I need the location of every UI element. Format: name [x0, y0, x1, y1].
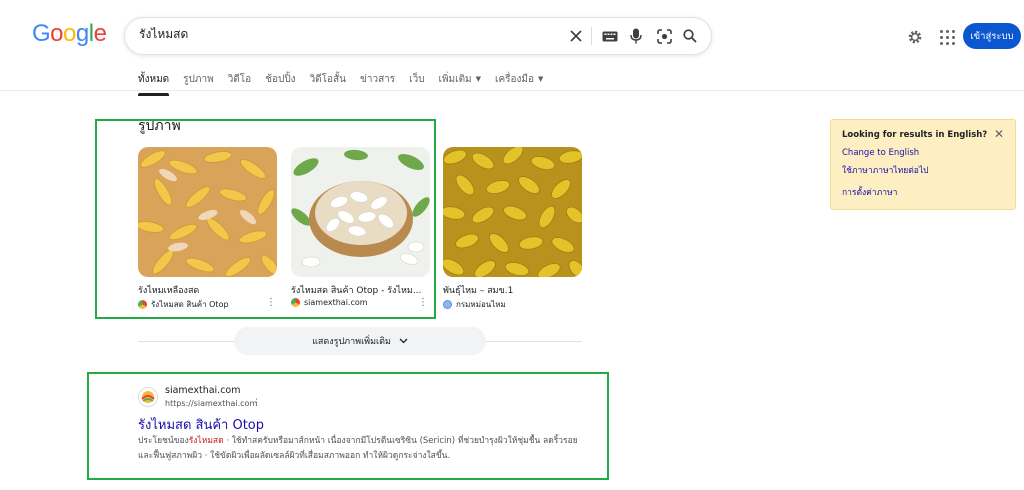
yellow-cocoons-photo — [443, 147, 582, 277]
search-icon[interactable] — [679, 25, 701, 47]
tab-tools[interactable]: เครื่องมือ ▼ — [488, 68, 550, 90]
apps-icon[interactable] — [936, 26, 958, 48]
google-logo[interactable]: Google — [32, 20, 107, 48]
close-icon[interactable]: ✕ — [994, 127, 1004, 141]
language-suggestion-panel: Looking for results in English? ✕ Change… — [830, 119, 1016, 210]
highlight-box-images — [95, 119, 436, 319]
result-snippet: ประโยชน์ของรังไหมสด · ใช้ทำสครับหรือมาส์… — [138, 434, 578, 464]
search-input[interactable] — [139, 27, 519, 41]
tab-label: วิดีโอสั้น — [309, 73, 346, 85]
result-title-link[interactable]: รังไหมสด สินค้า Otop — [138, 414, 264, 435]
tab-label: ข่าวสาร — [360, 73, 396, 85]
mic-icon[interactable] — [625, 25, 647, 47]
logo-letter: g — [75, 20, 89, 47]
change-to-english-link[interactable]: Change to English — [842, 148, 919, 158]
gear-icon[interactable] — [904, 26, 926, 48]
tab-label: เพิ่มเติม — [438, 73, 472, 85]
image-thumbnail-3[interactable] — [443, 147, 582, 277]
search-tabs: ทั้งหมด รูปภาพ วิดีโอ ช้อปปิ้ง วิดีโอสั้… — [138, 68, 550, 96]
tab-label: รูปภาพ — [183, 73, 214, 85]
tab-short-videos[interactable]: วิดีโอสั้น — [303, 68, 353, 90]
result-site-name[interactable]: siamexthai.com — [165, 385, 240, 396]
chevron-down-icon: ▼ — [538, 75, 544, 83]
header-divider — [0, 90, 1024, 91]
image-caption-3[interactable]: พันธุ์ไหม – สมข.1 — [443, 283, 577, 297]
tab-label: วิดีโอ — [227, 73, 252, 85]
language-settings-link[interactable]: การตั้งค่าภาษา — [842, 185, 897, 199]
image-source-label: กรมหม่อนไหม — [456, 300, 506, 309]
show-more-images-button[interactable]: แสดงรูปภาพเพิ่มเติม — [234, 327, 486, 355]
snippet-prefix: ประโยชน์ของ — [138, 436, 189, 446]
chevron-down-icon: ▼ — [475, 75, 482, 83]
tab-more[interactable]: เพิ่มเติม ▼ — [432, 68, 489, 90]
result-url[interactable]: https://siamexthai.com — [165, 399, 257, 408]
keyboard-icon[interactable] — [599, 25, 621, 47]
image-source-3[interactable]: กรมหม่อนไหม — [443, 298, 506, 311]
show-more-images-label: แสดงรูปภาพเพิ่มเติม — [312, 337, 391, 347]
tab-images[interactable]: รูปภาพ — [176, 68, 221, 90]
tab-shopping[interactable]: ช้อปปิ้ง — [258, 68, 302, 90]
lens-icon[interactable] — [653, 25, 675, 47]
site-favicon-icon[interactable] — [138, 387, 158, 407]
tab-label: เครื่องมือ — [495, 73, 535, 85]
logo-letter: G — [32, 20, 51, 47]
logo-letter: o — [50, 20, 64, 47]
tab-label: ทั้งหมด — [138, 73, 170, 85]
snippet-highlight: รังไหมสด — [188, 436, 224, 446]
clear-icon[interactable] — [565, 25, 587, 47]
keep-thai-link[interactable]: ใช้ภาษาภาษาไทยต่อไป — [842, 163, 929, 177]
logo-letter: e — [93, 20, 107, 47]
tab-label: เว็บ — [409, 73, 425, 85]
language-panel-title: Looking for results in English? — [842, 130, 988, 140]
chevron-down-icon — [399, 338, 408, 344]
search-divider — [591, 27, 592, 45]
more-vert-icon[interactable]: ⋮ — [252, 398, 261, 408]
tab-all[interactable]: ทั้งหมด — [138, 68, 176, 96]
tab-videos[interactable]: วิดีโอ — [221, 68, 259, 90]
tab-news[interactable]: ข่าวสาร — [353, 68, 402, 90]
search-box — [124, 17, 712, 55]
tab-web[interactable]: เว็บ — [402, 68, 431, 90]
tab-label: ช้อปปิ้ง — [265, 73, 296, 85]
logo-letter: o — [63, 20, 76, 47]
sign-in-button[interactable]: เข้าสู่ระบบ — [963, 23, 1021, 49]
site-favicon-icon — [443, 300, 452, 309]
